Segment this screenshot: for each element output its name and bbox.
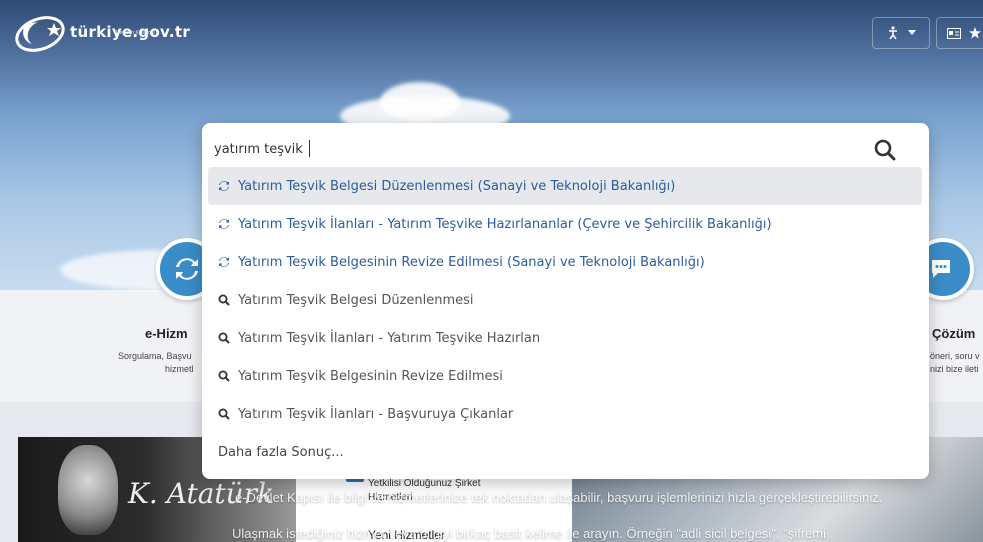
id-card-icon <box>947 27 961 39</box>
solution-center-desc-line2: nizi bize ileti <box>930 364 979 374</box>
search-result-query[interactable]: Yatırım Teşvik İlanları - Başvuruya Çıka… <box>208 395 922 433</box>
search-icon <box>218 294 230 306</box>
info-overlay-line1: e-Devlet Kapısı ile bilgi ve hizmetlerin… <box>235 490 883 505</box>
more-results-label: Daha fazla Sonuç... <box>218 444 344 460</box>
search-result-query[interactable]: Yatırım Teşvik Belgesinin Revize Edilmes… <box>208 357 922 395</box>
search-result-service[interactable]: Yatırım Teşvik Belgesi Düzenlenmesi (San… <box>208 167 922 205</box>
portrait-shape <box>58 445 118 535</box>
result-label: Yatırım Teşvik Belgesinin Revize Edilmes… <box>238 368 503 384</box>
logo-subtitle: Devletin Kısayolu <box>116 30 155 36</box>
refresh-icon <box>219 257 229 267</box>
solution-center-title: Çözüm <box>932 326 976 341</box>
e-services-title: e-Hizm <box>145 326 188 341</box>
chat-bubbles-icon <box>932 260 950 278</box>
result-label: Yatırım Teşvik Belgesi Düzenlenmesi <box>238 292 474 308</box>
search-result-query[interactable]: Yatırım Teşvik Belgesi Düzenlenmesi <box>208 281 922 319</box>
search-icon[interactable] <box>874 139 896 161</box>
more-results-link[interactable]: Daha fazla Sonuç... <box>208 433 922 471</box>
result-label: Yatırım Teşvik İlanları - Başvuruya Çıka… <box>238 406 514 422</box>
search-result-service[interactable]: Yatırım Teşvik Belgesinin Revize Edilmes… <box>208 243 922 281</box>
e-services-desc-line2: hizmetl <box>165 364 194 374</box>
star-icon <box>969 27 981 39</box>
info-overlay-line2: Ulaşmak istediğiniz hizmet veya bilgiyi … <box>232 526 827 541</box>
result-label: Yatırım Teşvik Belgesinin Revize Edilmes… <box>238 254 705 270</box>
search-result-query[interactable]: Yatırım Teşvik İlanları - Yatırım Teşvik… <box>208 319 922 357</box>
crescent-star-logo-icon <box>15 16 65 52</box>
search-autocomplete-panel: Yatırım Teşvik Belgesi Düzenlenmesi (San… <box>202 123 929 479</box>
cloud-shape <box>380 82 460 122</box>
search-result-service[interactable]: Yatırım Teşvik İlanları - Yatırım Teşvik… <box>208 205 922 243</box>
refresh-icon <box>219 219 229 229</box>
search-icon <box>218 370 230 382</box>
solution-center-desc-line1: öneri, soru v <box>930 351 980 361</box>
text-caret <box>309 140 310 157</box>
chevron-down-icon <box>908 30 916 35</box>
result-label: Yatırım Teşvik İlanları - Yatırım Teşvik… <box>238 330 541 346</box>
site-header: türkiye.gov.tr Devletin Kısayolu <box>0 0 983 62</box>
result-label: Yatırım Teşvik İlanları - Yatırım Teşvik… <box>238 216 772 232</box>
search-icon <box>218 408 230 420</box>
search-input[interactable] <box>214 137 834 161</box>
accessibility-icon <box>889 26 897 40</box>
accessibility-menu-button[interactable] <box>872 17 930 49</box>
refresh-icon <box>219 181 229 191</box>
search-icon <box>218 332 230 344</box>
refresh-icon <box>176 258 198 280</box>
result-label: Yatırım Teşvik Belgesi Düzenlenmesi (San… <box>238 178 676 194</box>
company-services-link-line1[interactable]: Yetkilisi Olduğunuz Şirket <box>368 478 480 489</box>
site-logo[interactable]: türkiye.gov.tr <box>10 12 190 52</box>
e-services-desc-line1: Sorgulama, Başvu <box>118 351 192 361</box>
search-results-list: Yatırım Teşvik Belgesi Düzenlenmesi (San… <box>208 167 922 471</box>
user-menu-button[interactable] <box>936 17 983 49</box>
